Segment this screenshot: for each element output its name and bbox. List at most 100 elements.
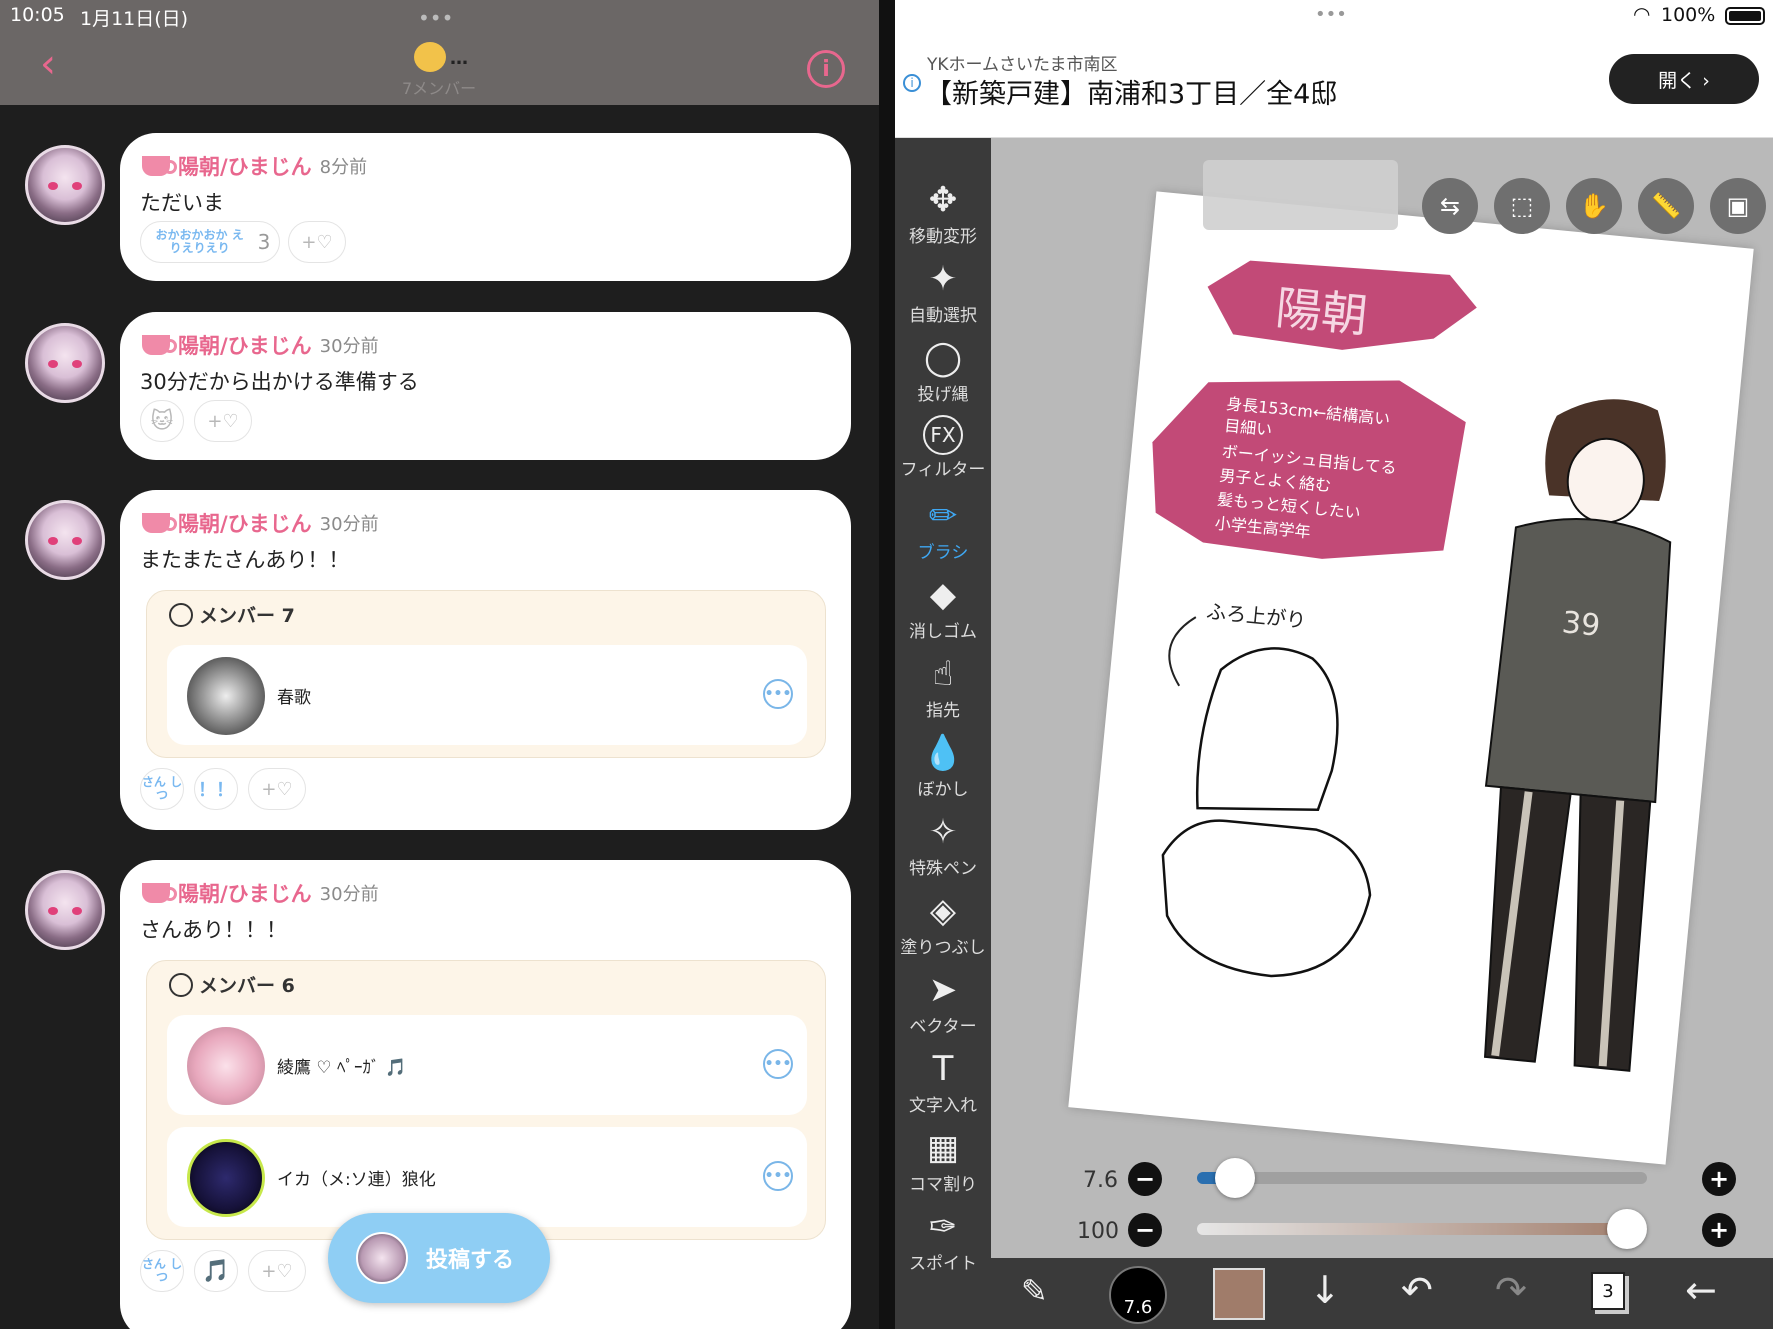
message-text: さんあり！！！: [140, 918, 287, 942]
opacity-label: 100: [1077, 1219, 1119, 1244]
tool-fill[interactable]: ◈ 塗りつぶし: [895, 889, 991, 967]
member-name: 綾鷹 ♡ ﾍﾟｰｶﾞ 🎵: [277, 1058, 407, 1078]
hand-icon[interactable]: ✋: [1566, 178, 1622, 234]
size-slider-thumb[interactable]: [1215, 1158, 1255, 1198]
battery-icon: [1725, 7, 1765, 25]
pen-eraser-swap-icon[interactable]: ✎: [1021, 1272, 1048, 1310]
bottom-toolbar: ✎ 7.6 ↓ ↶ ↷ 3 ←: [991, 1258, 1773, 1329]
tool-eyedropper[interactable]: ✑ スポイト: [895, 1205, 991, 1283]
selection-icon[interactable]: ⬚: [1494, 178, 1550, 234]
tool-brush[interactable]: ✏ ブラシ: [895, 494, 991, 572]
add-reaction-button[interactable]: +♡: [248, 1250, 306, 1292]
opacity-slider[interactable]: [1197, 1209, 1647, 1249]
back-chevron-icon[interactable]: ‹: [40, 44, 56, 84]
stamp-reaction[interactable]: さん しつ: [140, 1250, 184, 1292]
opacity-slider-thumb[interactable]: [1607, 1209, 1647, 1249]
multitask-dots-icon[interactable]: •••: [418, 6, 453, 30]
add-reaction-button[interactable]: +♡: [288, 221, 346, 263]
size-minus-button[interactable]: −: [1128, 1162, 1162, 1196]
message-author: 陽朝/ひまじん 30分前: [142, 878, 379, 908]
tool-blur[interactable]: 💧 ぼかし: [895, 731, 991, 809]
undo-icon[interactable]: ↶: [1401, 1268, 1433, 1312]
user-avatar[interactable]: [25, 500, 105, 580]
tool-label: 消しゴム: [909, 622, 977, 642]
opacity-plus-button[interactable]: +: [1702, 1213, 1736, 1247]
canvas-area[interactable]: 陽朝 身長153cm←結構高い 目細い ボーイッシュ目指してる 男子とよく絡む …: [991, 138, 1773, 1258]
drawing-paper[interactable]: 陽朝 身長153cm←結構高い 目細い ボーイッシュ目指してる 男子とよく絡む …: [1068, 191, 1754, 1165]
user-avatar[interactable]: [25, 870, 105, 950]
toolbar-handle[interactable]: [1203, 160, 1398, 230]
info-icon[interactable]: i: [807, 50, 845, 88]
member-avatar[interactable]: [187, 1139, 265, 1217]
tool-lasso[interactable]: ◯ 投げ縄: [895, 336, 991, 414]
cat-stamp-reaction[interactable]: 🐱: [140, 400, 184, 442]
ad-title: 【新築戸建】南浦和3丁目／全4邸: [925, 79, 1338, 110]
add-reaction-button[interactable]: +♡: [194, 400, 252, 442]
name-banner-text: 陽朝: [1273, 280, 1370, 343]
member-avatar[interactable]: [187, 1027, 265, 1105]
tool-label: ブラシ: [917, 543, 969, 563]
split-view-divider[interactable]: [879, 0, 1770, 1329]
member-row[interactable]: 綾鷹 ♡ ﾍﾟｰｶﾞ 🎵 •••: [167, 1015, 807, 1115]
tool-move[interactable]: ✥ 移動変形: [895, 178, 991, 256]
more-options-icon[interactable]: •••: [763, 1161, 793, 1191]
ruler-icon[interactable]: 📏: [1638, 178, 1694, 234]
brush-size-label: 7.6: [1083, 1168, 1118, 1193]
ad-banner[interactable]: i YKホームさいたま市南区 【新築戸建】南浦和3丁目／全4邸 開く ›: [895, 32, 1773, 138]
tool-finger[interactable]: ☝ 指先: [895, 652, 991, 730]
smile-icon: [169, 972, 193, 997]
eyedropper-icon: ✑: [928, 1207, 958, 1247]
message-bubble[interactable]: 陽朝/ひまじん 30分前 またまたさんあり！！ メンバー 7 春歌 ••• さん …: [120, 490, 851, 830]
ad-open-button[interactable]: 開く ›: [1609, 54, 1759, 104]
toggle-icon[interactable]: ⇆: [1422, 178, 1478, 234]
user-avatar[interactable]: [25, 323, 105, 403]
member-avatar[interactable]: [187, 657, 265, 735]
member-count[interactable]: 7メンバー: [402, 75, 476, 99]
add-reaction-button[interactable]: +♡: [248, 768, 306, 810]
stamp-reaction[interactable]: おかおかおか えりえりえり 3: [140, 221, 280, 263]
download-arrow-icon[interactable]: ↓: [1309, 1268, 1341, 1312]
tool-label: 文字入れ: [909, 1096, 977, 1116]
more-options-icon[interactable]: •••: [763, 679, 793, 709]
message-time: 30分前: [319, 884, 379, 905]
tool-vector[interactable]: ➤ ベクター: [895, 968, 991, 1046]
tool-label: ベクター: [909, 1017, 977, 1037]
message-bubble[interactable]: 陽朝/ひまじん 8分前 ただいま おかおかおか えりえりえり 3 +♡: [120, 133, 851, 281]
sweater-shape: [1484, 518, 1672, 804]
exclaim-stamp-reaction[interactable]: ！！: [194, 768, 238, 810]
message-time: 30分前: [319, 514, 379, 535]
post-button[interactable]: 投稿する: [328, 1213, 550, 1303]
image-icon[interactable]: ▣: [1710, 178, 1766, 234]
tool-magic-wand[interactable]: ✦ 自動選択: [895, 257, 991, 335]
ad-info-icon[interactable]: i: [903, 74, 921, 92]
tool-fx[interactable]: FX フィルター: [895, 415, 991, 493]
note-stamp-reaction[interactable]: 🎵: [194, 1250, 238, 1292]
member-row[interactable]: 春歌 •••: [167, 645, 807, 745]
color-swatch[interactable]: [1213, 1268, 1265, 1320]
brush-size-slider[interactable]: [1197, 1158, 1647, 1198]
post-button-label: 投稿する: [426, 1248, 515, 1273]
more-options-icon[interactable]: •••: [763, 1049, 793, 1079]
back-arrow-icon[interactable]: ←: [1685, 1268, 1717, 1312]
status-bar: ••• ◠ 100%: [895, 0, 1773, 32]
stamp-reaction[interactable]: さん しつ: [140, 768, 184, 810]
message-bubble[interactable]: 陽朝/ひまじん 30分前 30分だから出かける準備する 🐱 +♡: [120, 312, 851, 460]
opacity-minus-button[interactable]: −: [1128, 1213, 1162, 1247]
tool-label: フィルター: [900, 460, 986, 480]
tool-special-pen[interactable]: ✧ 特殊ペン: [895, 810, 991, 888]
message-author: 陽朝/ひまじん 8分前: [142, 151, 367, 181]
group-title-suffix: …: [450, 48, 468, 69]
brush-size-indicator[interactable]: 7.6: [1109, 1266, 1167, 1324]
tool-label: 塗りつぶし: [900, 938, 986, 958]
multitask-dots-icon[interactable]: •••: [1315, 4, 1347, 25]
layers-button[interactable]: 3: [1591, 1272, 1625, 1310]
cup-icon: [142, 883, 177, 903]
tool-text[interactable]: T 文字入れ: [895, 1047, 991, 1125]
member-row[interactable]: イカ（メ:ソ連）狼化 •••: [167, 1127, 807, 1227]
redo-icon[interactable]: ↷: [1495, 1268, 1527, 1312]
size-plus-button[interactable]: +: [1702, 1162, 1736, 1196]
user-avatar[interactable]: [25, 145, 105, 225]
tool-eraser[interactable]: ◆ 消しゴム: [895, 573, 991, 651]
tool-frame[interactable]: ▦ コマ割り: [895, 1126, 991, 1204]
frame-icon: ▦: [926, 1128, 960, 1168]
